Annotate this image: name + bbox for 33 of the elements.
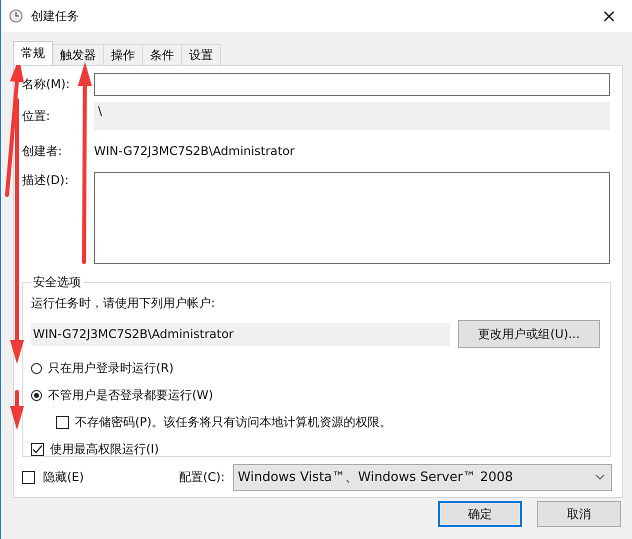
chevron-icon: [595, 474, 605, 480]
tab[interactable]: 设置: [181, 44, 221, 65]
window-title: 创建任务: [31, 8, 79, 24]
name-field[interactable]: [94, 73, 610, 96]
name-label: 名称(M):: [22, 76, 71, 93]
author-label: 创建者:: [22, 142, 64, 160]
dialog-button[interactable]: 取消: [537, 501, 621, 527]
dialog-button[interactable]: 确定: [438, 501, 522, 527]
close-button[interactable]: ×: [586, 0, 632, 32]
group-title: 安全选项: [32, 274, 82, 291]
checkbox-label: 不存储密码(P)。该任务将只有访问本地计算机资源的权限。: [75, 414, 392, 431]
change-user-button[interactable]: 更改用户或组(U)...: [458, 320, 600, 348]
checkbox[interactable]: [56, 416, 69, 429]
account-field: WIN-G72J3MC7S2B\Administrator: [31, 322, 450, 346]
location-label: 位置:: [22, 108, 52, 124]
checkbox-label: 隐藏(E): [43, 468, 85, 486]
radio-button[interactable]: [31, 390, 42, 401]
description-field[interactable]: [94, 172, 610, 264]
description-label: 描述(D):: [22, 172, 70, 189]
radio-label: 只在用户登录时运行(R): [48, 360, 174, 377]
configure-dropdown[interactable]: Windows Vista™、Windows Server™ 2008: [232, 464, 612, 490]
radio-button[interactable]: [31, 363, 42, 374]
clock-icon: [9, 9, 23, 23]
location-field: \: [94, 102, 610, 130]
tab[interactable]: 常规: [13, 41, 53, 65]
author-value: WIN-G72J3MC7S2B\Administrator: [94, 143, 295, 160]
checkbox[interactable]: [31, 443, 44, 456]
configure-label: 配置(C):: [179, 468, 225, 486]
checkbox-label: 使用最高权限运行(I): [50, 441, 159, 458]
run-as-label: 运行任务时，请使用下列用户帐户:: [31, 295, 216, 312]
radio-label: 不管用户是否登录都要运行(W): [48, 387, 214, 404]
checkbox[interactable]: [22, 470, 35, 484]
annotation-arrow: [10, 390, 24, 430]
